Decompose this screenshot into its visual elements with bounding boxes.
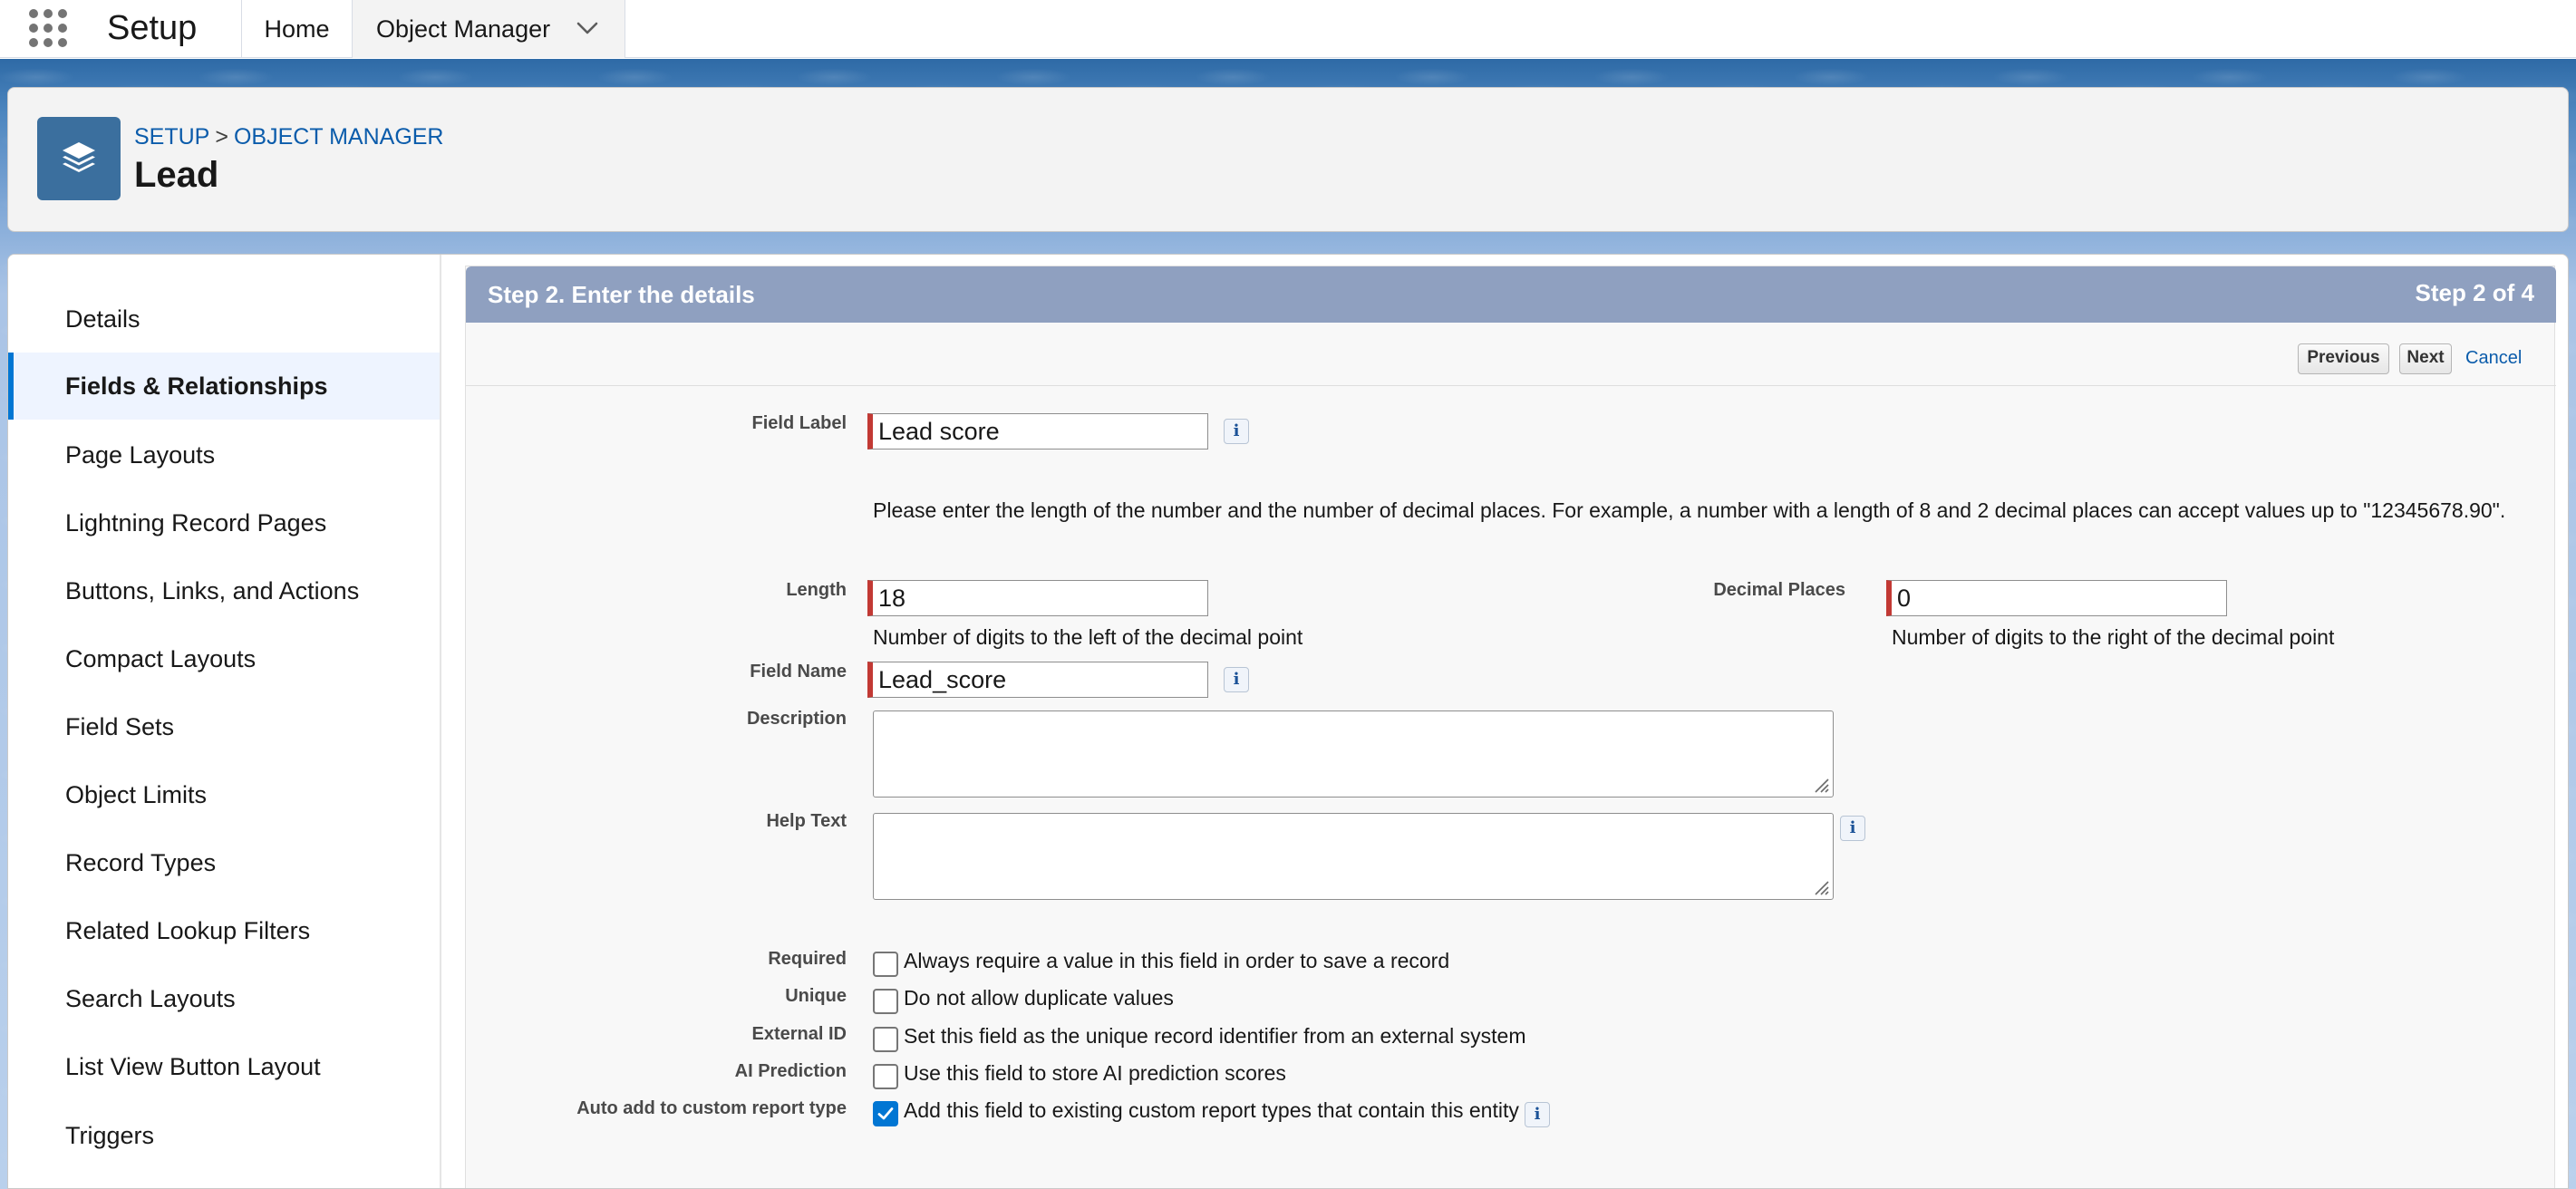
sidebar-item-field-sets[interactable]: Field Sets xyxy=(8,693,440,760)
cancel-link[interactable]: Cancel xyxy=(2465,348,2522,369)
sidebar-item-page-layouts[interactable]: Page Layouts xyxy=(8,421,440,488)
sidebar-item-list-view-button-layout[interactable]: List View Button Layout xyxy=(8,1033,440,1100)
field-name-label: Field Name xyxy=(750,662,847,682)
checkmark-icon xyxy=(877,1107,894,1120)
length-label: Length xyxy=(786,580,847,600)
external-id-label: External ID xyxy=(751,1024,847,1044)
sidebar-item-record-types[interactable]: Record Types xyxy=(8,829,440,896)
tab-home[interactable]: Home xyxy=(241,0,352,58)
sidebar-item-fields-relationships[interactable]: Fields & Relationships xyxy=(8,353,440,420)
app-name: Setup xyxy=(107,9,198,47)
length-input[interactable]: 18 xyxy=(867,580,1208,616)
step-title: Step 2. Enter the details xyxy=(488,281,755,308)
ai-prediction-checkbox[interactable] xyxy=(873,1064,898,1089)
field-wizard: Step 2. Enter the details Step 2 of 4 Pr… xyxy=(465,266,2556,1188)
breadcrumb-separator: > xyxy=(215,124,228,150)
main-panel: Details Fields & Relationships Page Layo… xyxy=(7,254,2569,1189)
step-header: Step 2. Enter the details Step 2 of 4 xyxy=(466,266,2556,323)
previous-button[interactable]: Previous xyxy=(2298,343,2389,374)
stacked-layers-icon xyxy=(37,117,121,200)
decimal-places-help: Number of digits to the right of the dec… xyxy=(1892,625,2335,649)
external-id-text: Set this field as the unique record iden… xyxy=(904,1024,1526,1048)
wizard-button-row: Previous Next Cancel xyxy=(466,323,2556,386)
required-label: Required xyxy=(768,949,847,969)
sidebar-item-search-layouts[interactable]: Search Layouts xyxy=(8,965,440,1032)
length-help: Number of digits to the left of the deci… xyxy=(873,625,1303,649)
decimal-places-label: Decimal Places xyxy=(1713,580,1845,600)
unique-label: Unique xyxy=(785,986,847,1006)
object-header: SETUP > OBJECT MANAGER Lead xyxy=(7,87,2569,232)
help-text-info-icon[interactable]: i xyxy=(1840,816,1865,841)
page-title: Lead xyxy=(134,155,219,195)
resize-handle-icon[interactable] xyxy=(1812,776,1830,794)
auto-add-report-label: Auto add to custom report type xyxy=(576,1098,847,1118)
breadcrumb-object-manager[interactable]: OBJECT MANAGER xyxy=(234,124,444,150)
global-header: Setup Home Object Manager xyxy=(0,0,2576,58)
object-sidebar: Details Fields & Relationships Page Layo… xyxy=(8,255,441,1188)
resize-handle-icon[interactable] xyxy=(1812,878,1830,896)
sidebar-item-lightning-record-pages[interactable]: Lightning Record Pages xyxy=(8,489,440,556)
step-count: Step 2 of 4 xyxy=(2415,279,2534,306)
tab-object-manager-label: Object Manager xyxy=(376,15,551,43)
length-instructions: Please enter the length of the number an… xyxy=(873,498,2506,522)
unique-checkbox[interactable] xyxy=(873,989,898,1014)
field-label-info-icon[interactable]: i xyxy=(1224,419,1249,444)
required-checkbox[interactable] xyxy=(873,952,898,977)
help-text-label: Help Text xyxy=(766,811,847,831)
app-launcher-icon[interactable] xyxy=(27,7,67,47)
field-label-input[interactable]: Lead score xyxy=(867,413,1208,450)
tab-object-manager[interactable]: Object Manager xyxy=(352,0,625,58)
sidebar-item-details[interactable]: Details xyxy=(8,285,440,353)
field-name-info-icon[interactable]: i xyxy=(1224,667,1249,692)
help-text-textarea[interactable] xyxy=(873,813,1834,900)
ai-prediction-text: Use this field to store AI prediction sc… xyxy=(904,1061,1286,1085)
field-name-input[interactable]: Lead_score xyxy=(867,662,1208,698)
chevron-down-icon[interactable] xyxy=(576,20,599,36)
auto-add-report-info-icon[interactable]: i xyxy=(1525,1102,1550,1127)
sidebar-item-related-lookup-filters[interactable]: Related Lookup Filters xyxy=(8,897,440,964)
unique-text: Do not allow duplicate values xyxy=(904,986,1174,1010)
next-button[interactable]: Next xyxy=(2399,343,2452,374)
external-id-checkbox[interactable] xyxy=(873,1027,898,1052)
sidebar-item-object-limits[interactable]: Object Limits xyxy=(8,761,440,828)
decimal-places-input[interactable]: 0 xyxy=(1886,580,2227,616)
description-label: Description xyxy=(746,709,847,729)
auto-add-report-checkbox[interactable] xyxy=(873,1101,898,1126)
breadcrumb: SETUP > OBJECT MANAGER xyxy=(134,124,444,150)
description-textarea[interactable] xyxy=(873,710,1834,798)
breadcrumb-setup[interactable]: SETUP xyxy=(134,124,209,150)
sidebar-item-compact-layouts[interactable]: Compact Layouts xyxy=(8,625,440,692)
ai-prediction-label: AI Prediction xyxy=(734,1061,847,1081)
sidebar-item-triggers[interactable]: Triggers xyxy=(8,1102,440,1169)
sidebar-item-buttons-links-actions[interactable]: Buttons, Links, and Actions xyxy=(8,557,440,624)
field-label-label: Field Label xyxy=(751,413,847,433)
required-text: Always require a value in this field in … xyxy=(904,949,1450,972)
auto-add-report-text: Add this field to existing custom report… xyxy=(904,1098,1519,1122)
